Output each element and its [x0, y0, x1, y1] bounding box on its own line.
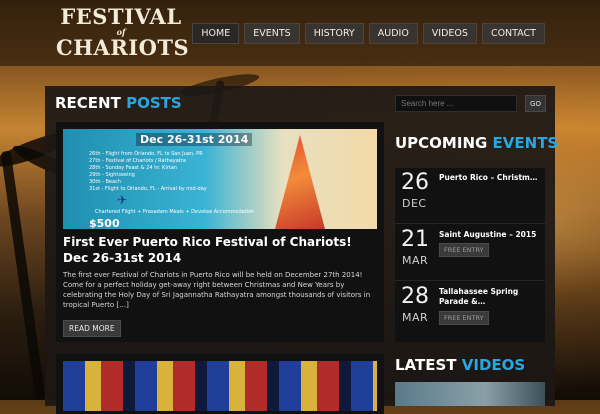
- post-title-link[interactable]: First Ever Puerto Rico Festival of Chari…: [63, 234, 379, 266]
- nav-videos[interactable]: VIDEOS: [422, 23, 477, 44]
- nav-home[interactable]: HOME: [192, 23, 240, 44]
- event-item[interactable]: 26 DEC Puerto Rico – Christm…: [395, 168, 545, 224]
- event-day: 28: [401, 284, 429, 309]
- post-featured-image[interactable]: [63, 361, 377, 411]
- post-card: Dec 26-31st 2014 26th - Flight from Orla…: [56, 122, 384, 342]
- event-month: MAR: [402, 254, 429, 267]
- event-title-link[interactable]: Puerto Rico – Christm…: [439, 173, 539, 183]
- recent-posts-heading-accent: POSTS: [126, 94, 182, 112]
- latest-videos-heading-accent: VIDEOS: [461, 356, 526, 374]
- banner-price: $500: [89, 217, 120, 229]
- nav-history[interactable]: HISTORY: [304, 23, 364, 44]
- search-go-button[interactable]: GO: [525, 95, 546, 112]
- chariot-image: [275, 135, 325, 229]
- events-list: 26 DEC Puerto Rico – Christm… 21 MAR Sai…: [395, 168, 545, 342]
- nav-contact[interactable]: CONTACT: [481, 23, 545, 44]
- event-month: MAR: [402, 311, 429, 324]
- airplane-icon: ✈: [117, 193, 128, 207]
- search-input[interactable]: [395, 95, 517, 112]
- nav-events[interactable]: EVENTS: [244, 23, 300, 44]
- divider: [395, 280, 545, 281]
- logo-line-festival: FESTIVAL: [60, 4, 182, 29]
- event-day: 21: [401, 227, 429, 252]
- site-header: FESTIVAL of CHARIOTS HOME EVENTS HISTORY…: [0, 0, 600, 66]
- divider: [395, 223, 545, 224]
- event-day: 26: [401, 170, 429, 195]
- latest-videos-heading-main: LATEST: [395, 356, 457, 374]
- recent-posts-heading-main: RECENT: [55, 94, 121, 112]
- post-excerpt: The first ever Festival of Chariots in P…: [63, 271, 371, 309]
- palm-tree-silhouette: [0, 150, 46, 400]
- video-thumbnail[interactable]: [395, 382, 545, 406]
- event-month: DEC: [402, 197, 427, 210]
- main-content-panel: RECENT POSTS GO Dec 26-31st 2014 26th - …: [45, 86, 558, 414]
- event-item[interactable]: 28 MAR Tallahassee Spring Parade &… FREE…: [395, 282, 545, 338]
- upcoming-events-heading-accent: EVENTS: [492, 134, 559, 152]
- logo-line-chariots: CHARIOTS: [56, 35, 190, 60]
- main-nav: HOME EVENTS HISTORY AUDIO VIDEOS CONTACT: [192, 23, 545, 44]
- upcoming-events-heading: UPCOMING EVENTS: [395, 134, 558, 152]
- event-title-link[interactable]: Saint Augustine – 2015: [439, 230, 539, 240]
- read-more-button[interactable]: READ MORE: [63, 320, 121, 337]
- recent-posts-heading: RECENT POSTS: [55, 94, 182, 112]
- upcoming-events-heading-main: UPCOMING: [395, 134, 488, 152]
- banner-schedule: 26th - Flight from Orlando, FL to San Ju…: [89, 151, 207, 192]
- event-title-link[interactable]: Tallahassee Spring Parade &…: [439, 287, 539, 307]
- free-entry-badge: FREE ENTRY: [439, 243, 489, 257]
- banner-offer: Chartered Flight + Prasadam Meals + Devo…: [95, 209, 255, 215]
- nav-audio[interactable]: AUDIO: [368, 23, 418, 44]
- free-entry-badge: FREE ENTRY: [439, 311, 489, 325]
- event-item[interactable]: 21 MAR Saint Augustine – 2015 FREE ENTRY: [395, 225, 545, 281]
- banner-date: Dec 26-31st 2014: [136, 133, 253, 146]
- latest-videos-heading: LATEST VIDEOS: [395, 356, 525, 374]
- post-featured-image[interactable]: Dec 26-31st 2014 26th - Flight from Orla…: [63, 129, 377, 229]
- site-logo[interactable]: FESTIVAL of CHARIOTS: [56, 4, 190, 60]
- post-card: [56, 354, 384, 414]
